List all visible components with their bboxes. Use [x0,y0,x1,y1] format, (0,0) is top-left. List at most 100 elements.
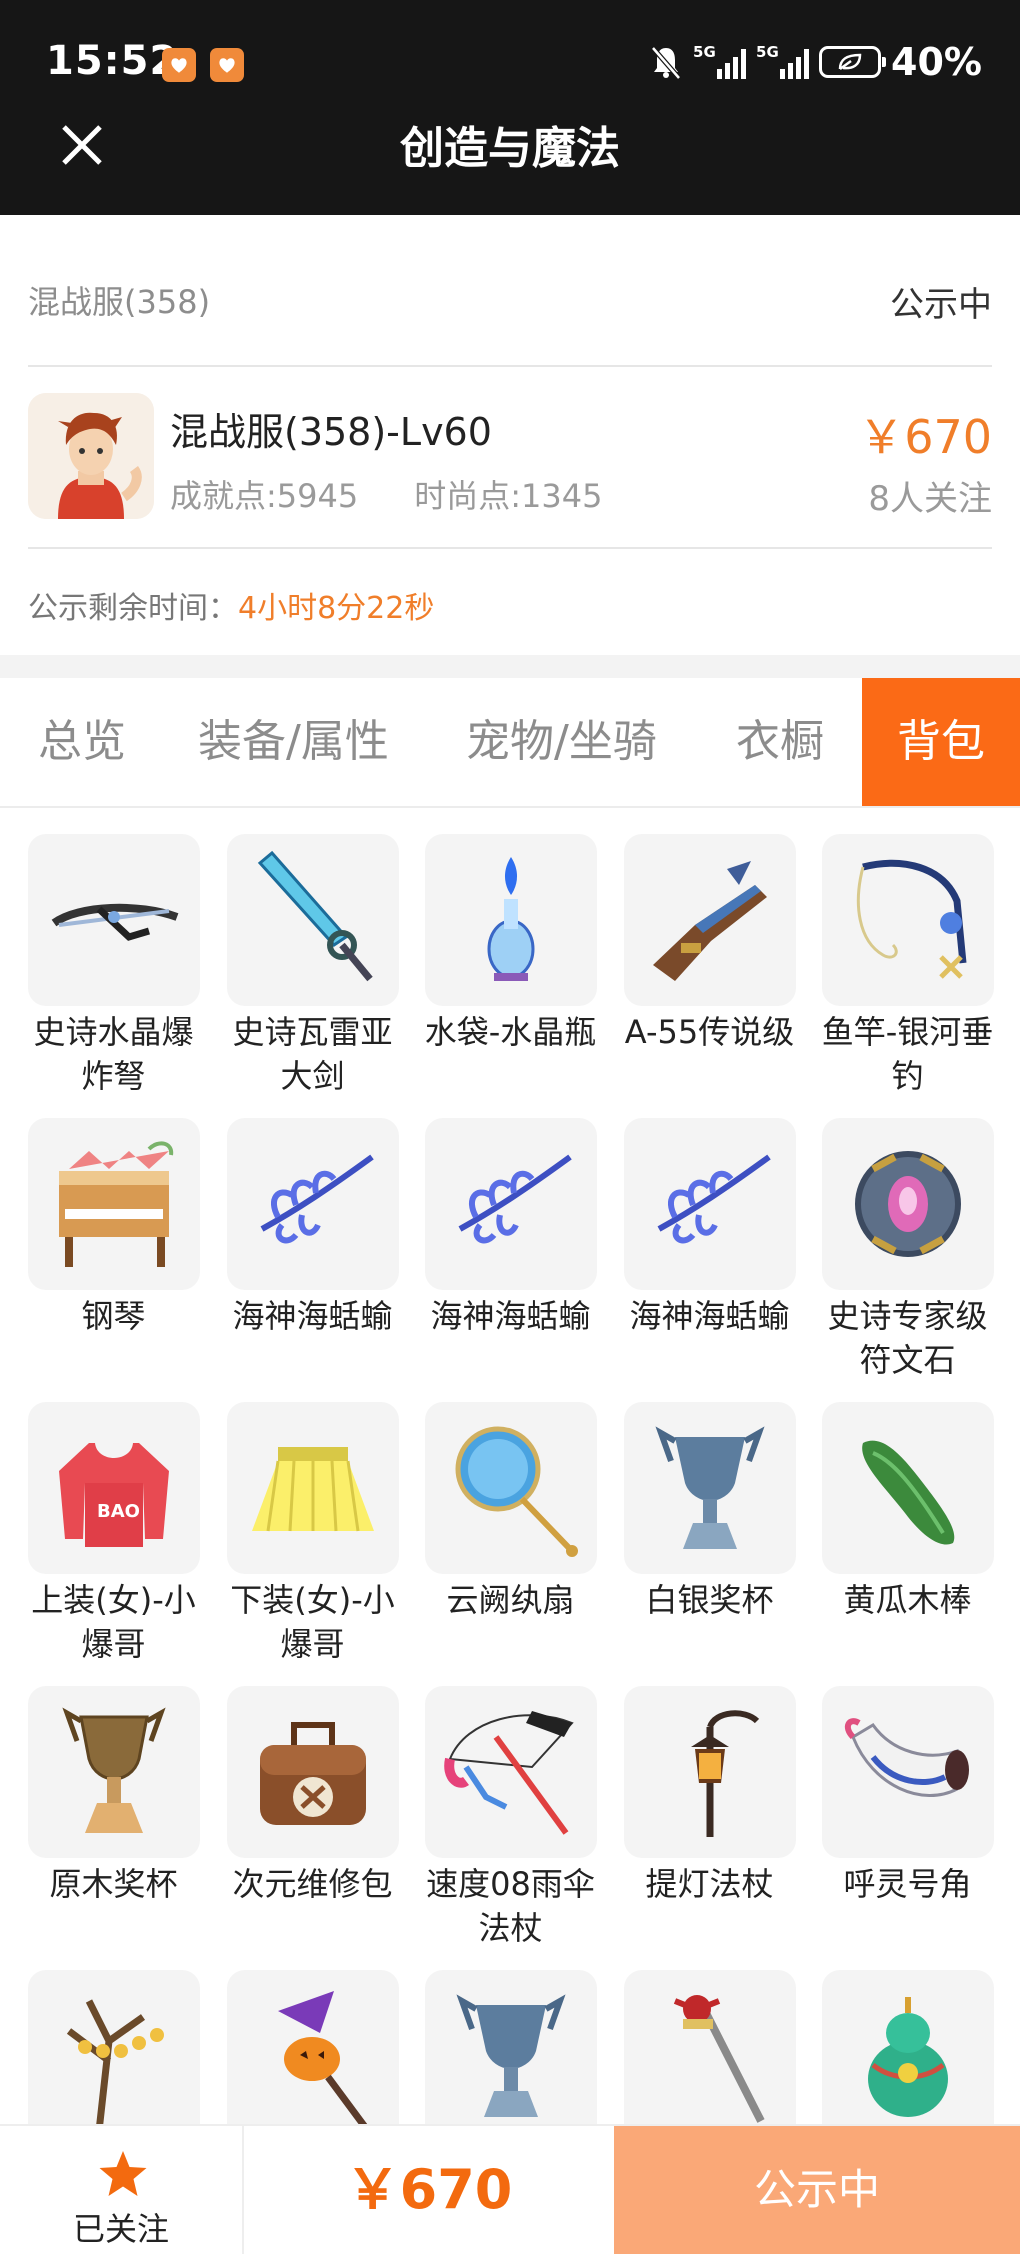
umbrella-icon [443,1711,574,1835]
backpack-item[interactable]: 提灯法杖 [610,1686,809,1906]
item-thumbnail [226,834,399,1006]
item-name: 上装(女)-小爆哥 [31,1581,196,1663]
bottom-price: ￥670 [345,2158,513,2221]
item-thumbnail [623,834,796,1006]
backpack-item[interactable] [14,1970,213,2124]
hoodie-icon: BAO [58,1443,169,1547]
item-thumbnail [821,1970,994,2124]
countdown-label: 公示剩余时间： [28,591,238,626]
backpack-item[interactable]: 史诗专家级符文石 [808,1118,1007,1382]
app-notification-icon [162,48,196,82]
tab-overview[interactable]: 总览 [38,678,126,806]
countdown-row: 公示剩余时间：4小时8分22秒 [28,583,434,627]
cucumber-icon [861,1440,954,1545]
backpack-item[interactable]: BAO 上装(女)-小爆哥 [14,1402,213,1666]
signal-icon: 5G [693,43,747,79]
item-thumbnail [424,834,597,1006]
backpack-item[interactable]: 鱼竿-银河垂钓 [808,834,1007,1098]
backpack-item[interactable] [411,1970,610,2124]
backpack-item[interactable]: 黄瓜木棒 [808,1402,1007,1622]
countdown-value: 4小时8分22秒 [238,591,435,626]
rune-stone-icon [854,1151,961,1257]
item-thumbnail [623,1118,796,1290]
item-thumbnail [821,1686,994,1858]
item-name: 钢琴 [81,1297,146,1335]
sea-slug-icon [657,1154,771,1244]
status-time: 15:52 [46,38,179,84]
item-name: 史诗瓦雷亚大剑 [232,1013,393,1095]
item-thumbnail [27,1970,200,2124]
follow-button[interactable]: 已关注 [0,2126,244,2254]
backpack-item[interactable]: 钢琴 [14,1118,213,1338]
sea-slug-icon [458,1154,572,1244]
item-thumbnail [821,834,994,1006]
backpack-item[interactable]: 海神海蛞蝓 [411,1118,610,1338]
item-name: 史诗水晶爆炸弩 [33,1013,194,1095]
item-name: 原木奖杯 [49,1865,178,1903]
item-name: 云阙纨扇 [446,1581,575,1619]
listing-status: 公示中 [890,285,992,325]
backpack-item[interactable]: 史诗瓦雷亚大剑 [213,834,412,1098]
backpack-item[interactable]: A-55传说级 [610,834,809,1054]
tab-wardrobe[interactable]: 衣橱 [736,678,824,806]
item-name: 下装(女)-小爆哥 [230,1581,395,1663]
horn-icon [844,1718,969,1797]
sea-slug-icon [260,1154,374,1244]
tab-equipment[interactable]: 装备/属性 [198,678,389,806]
backpack-item[interactable]: 水袋-水晶瓶 [411,834,610,1054]
item-name: 鱼竿-银河垂钓 [821,1013,994,1095]
item-name: 史诗专家级符文石 [827,1297,988,1379]
character-avatar [28,393,154,519]
lantern-staff-icon [690,1710,759,1837]
backpack-item[interactable]: 呼灵号角 [808,1686,1007,1906]
crystal-bottle-icon [487,857,534,981]
backpack-item[interactable]: 海神海蛞蝓 [610,1118,809,1338]
backpack-item[interactable]: 次元维修包 [213,1686,412,1906]
tab-backpack[interactable]: 背包 [862,678,1020,806]
scepter-icon [673,1995,765,2123]
item-thumbnail [821,1118,994,1290]
divider [28,547,992,549]
item-thumbnail [623,1402,796,1574]
backpack-item[interactable] [213,1970,412,2124]
item-thumbnail [424,1686,597,1858]
app-notification-icon [210,48,244,82]
character-stats: 成就点:5945 时尚点:1345 [170,471,602,517]
backpack-item[interactable]: 速度08雨伞法杖 [411,1686,610,1950]
listing-price: ￥670 [858,410,992,464]
achievement-points: 成就点:5945 [170,477,359,515]
fishing-rod-icon [856,859,966,979]
divider [28,365,992,367]
backpack-item[interactable] [610,1970,809,2124]
item-thumbnail [27,1118,200,1290]
backpack-item[interactable] [808,1970,1007,2124]
backpack-item[interactable]: 史诗水晶爆炸弩 [14,834,213,1098]
item-name: 海神海蛞蝓 [629,1297,790,1335]
backpack-item[interactable]: 云阙纨扇 [411,1402,610,1622]
repair-bag-icon [259,1722,366,1825]
backpack-item[interactable]: 原木奖杯 [14,1686,213,1906]
item-thumbnail [424,1402,597,1574]
item-thumbnail [226,1118,399,1290]
tab-bar: 总览 装备/属性 宠物/坐骑 衣橱 背包 [0,678,1020,808]
item-name: 提灯法杖 [645,1865,774,1903]
skirt-icon [251,1447,374,1532]
item-name: 海神海蛞蝓 [232,1297,393,1335]
item-thumbnail: BAO [27,1402,200,1574]
fashion-points: 时尚点:1345 [414,477,603,515]
item-thumbnail [27,1686,200,1858]
listing-info-card: 混战服(358) 公示中 混战服(358)-Lv60 成就点:5945 时尚点:… [0,215,1020,655]
backpack-item[interactable]: 下装(女)-小爆哥 [213,1402,412,1666]
item-name: A-55传说级 [624,1013,795,1051]
backpack-item[interactable]: 白银奖杯 [610,1402,809,1622]
item-thumbnail [27,834,200,1006]
tab-pets-mounts[interactable]: 宠物/坐骑 [466,678,657,806]
silver-trophy-icon [455,1994,566,2117]
backpack-item[interactable]: 海神海蛞蝓 [213,1118,412,1338]
item-name: 速度08雨伞法杖 [426,1865,595,1947]
item-thumbnail [623,1970,796,2124]
battery-percentage: 40% [891,40,982,84]
status-button[interactable]: 公示中 [614,2126,1020,2254]
item-name: 呼灵号角 [843,1865,972,1903]
bottom-bar: 已关注 ￥670 公示中 [0,2124,1020,2254]
